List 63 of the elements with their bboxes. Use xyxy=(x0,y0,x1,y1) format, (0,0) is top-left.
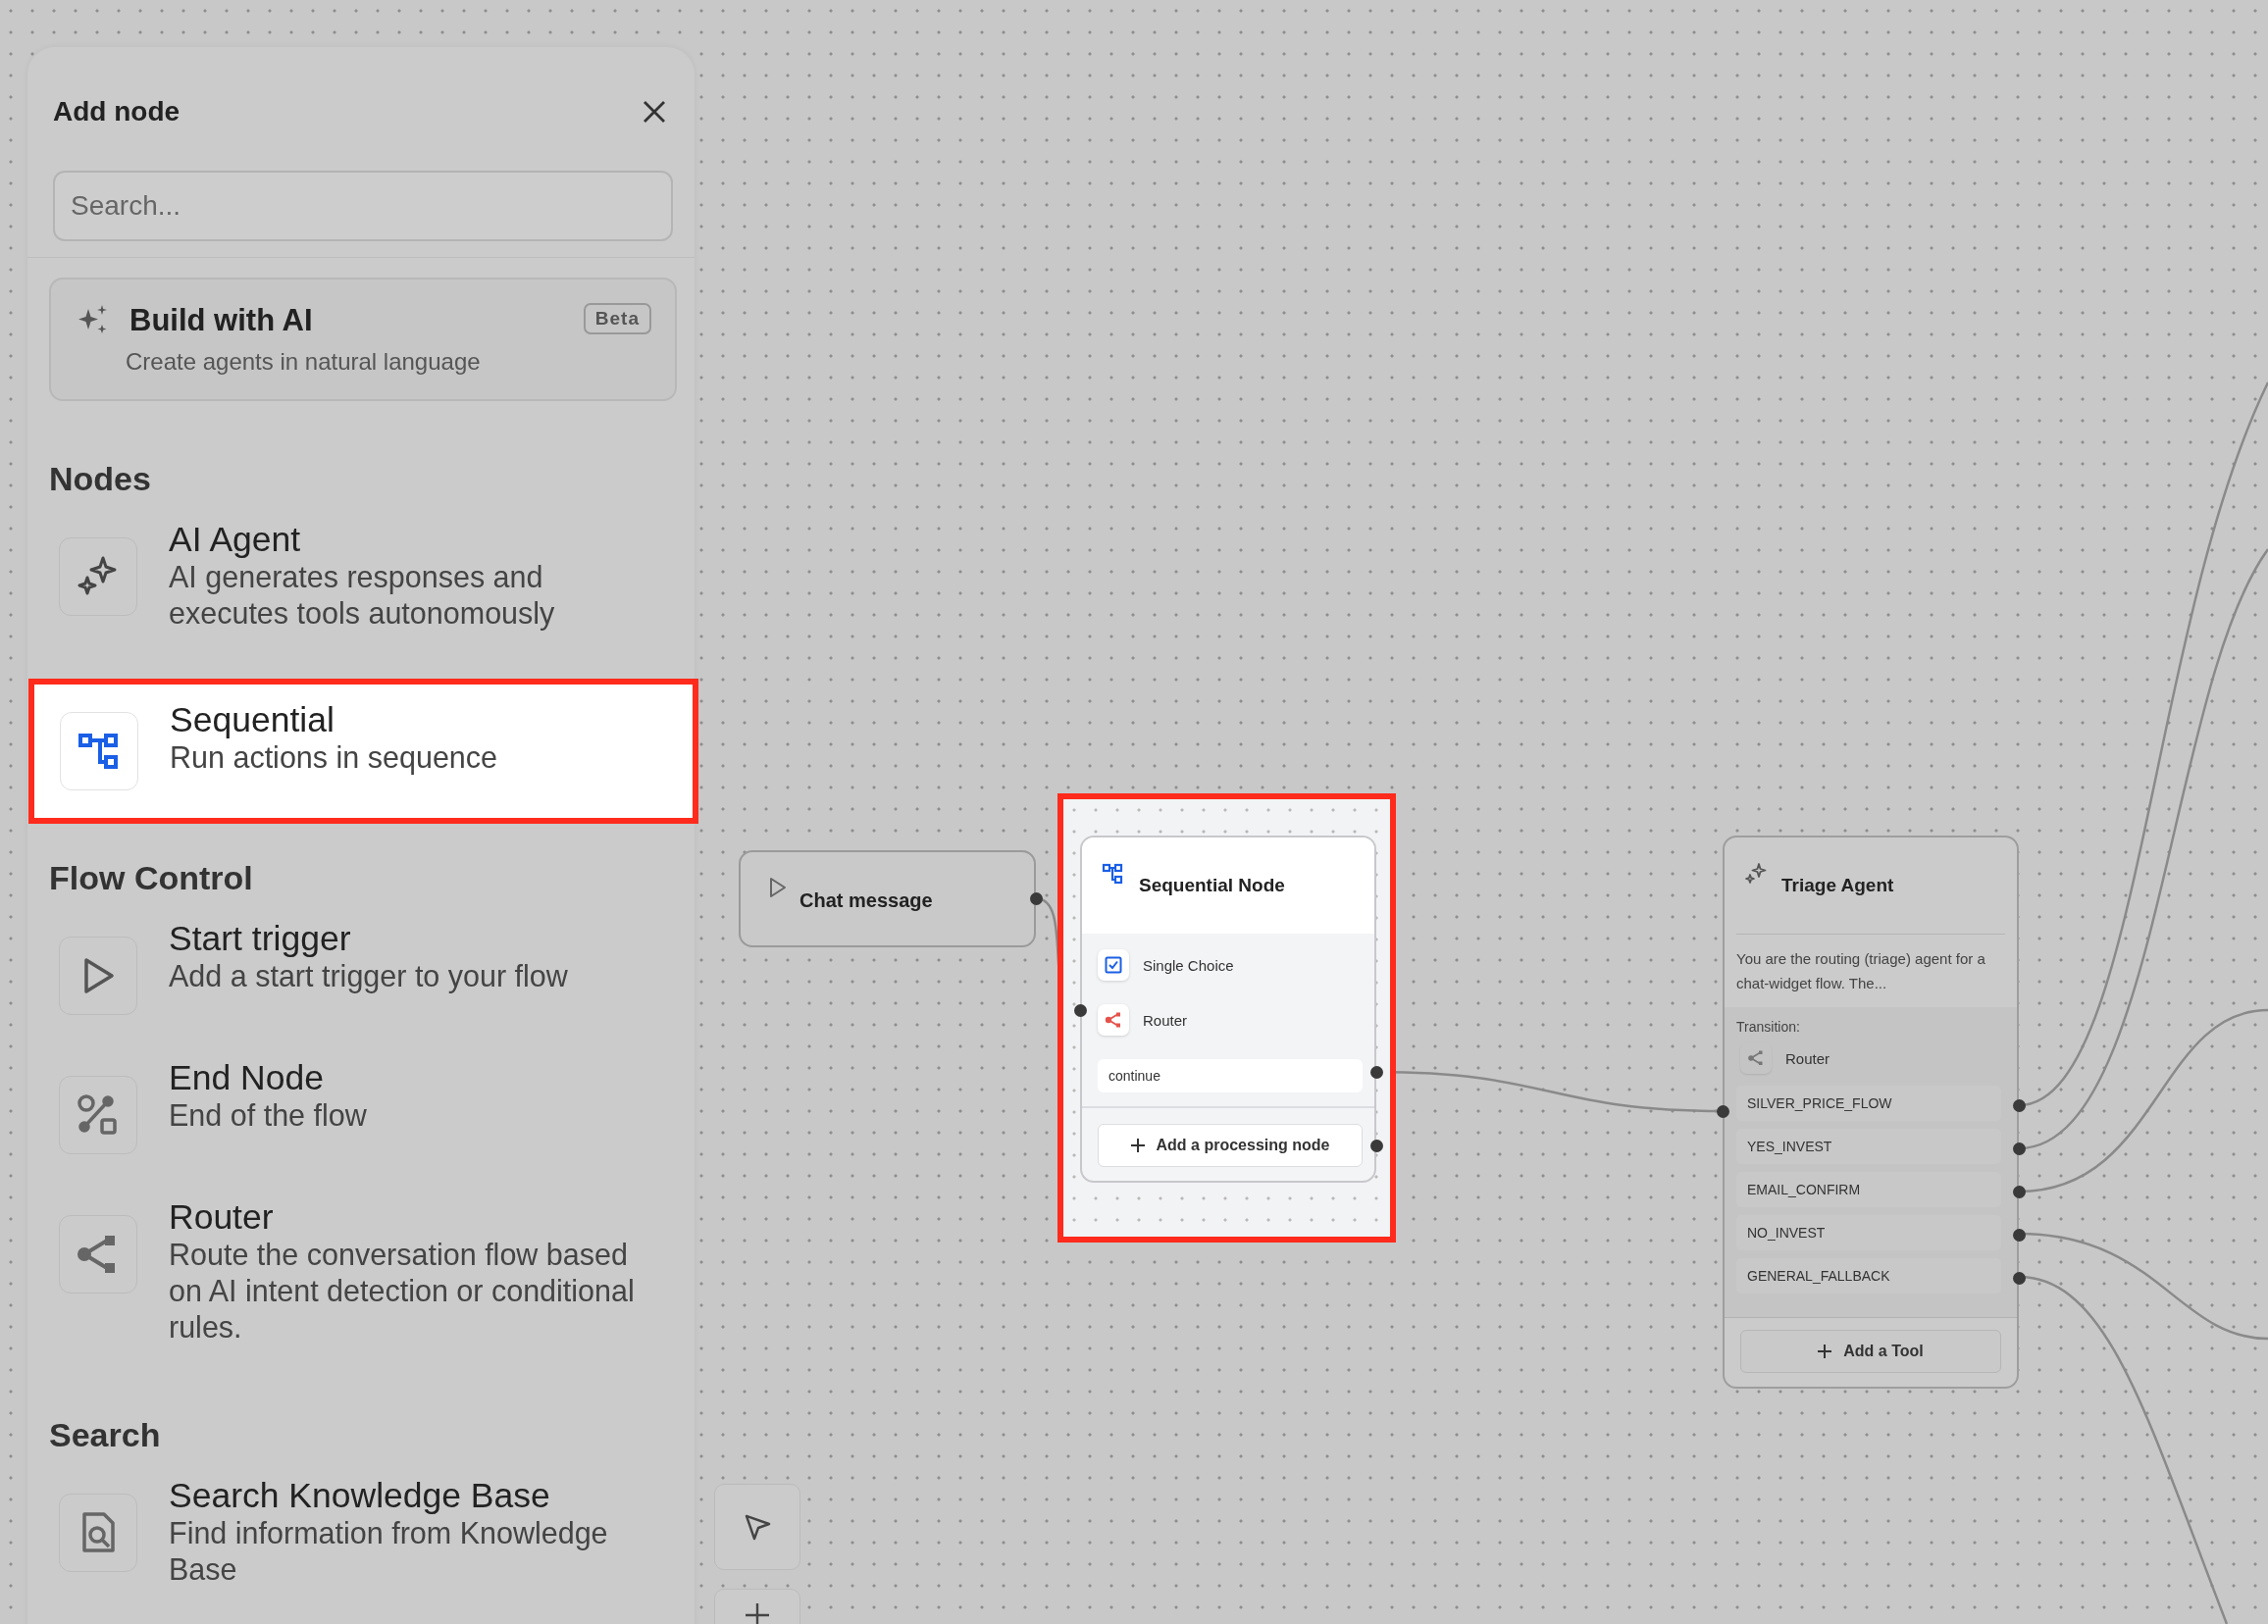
item-title: Search Knowledge Base xyxy=(169,1476,551,1515)
agent-description: You are the routing (triage) agent for a chat-widget flow. The... xyxy=(1735,949,1986,993)
item-title: Router xyxy=(169,1197,275,1237)
sequential-node[interactable]: Sequential Node Single Choice Router continue Add a processing node xyxy=(1080,836,1376,1183)
node-title: Chat message xyxy=(799,889,933,912)
search-field[interactable]: Search... xyxy=(53,171,673,241)
node-type-item[interactable]: AI Agent AI generates responses and executes tools autonomously xyxy=(27,512,698,667)
route-option: SILVER_PRICE_FLOW xyxy=(1736,1086,2001,1121)
pointer-tool-button[interactable] xyxy=(714,1484,800,1570)
chat-message-node[interactable]: Chat message xyxy=(739,850,1036,947)
node-type-item[interactable]: Sequential Run actions in sequence xyxy=(28,679,698,824)
section-heading: Nodes xyxy=(48,459,152,499)
plus-icon xyxy=(1818,1345,1832,1358)
node-title: Triage Agent xyxy=(1781,875,1894,896)
output-label: continue xyxy=(1098,1059,1363,1092)
node-type-item[interactable]: Search Knowledge Base Find information from Knowledge Base xyxy=(27,1468,698,1623)
node-title: Sequential Node xyxy=(1139,875,1285,896)
section-heading: Search xyxy=(48,1415,162,1455)
item-description: Route the conversation flow based on AI intent detection or conditional rules. xyxy=(169,1237,636,1345)
start-icon xyxy=(59,937,137,1015)
agent-icon xyxy=(59,537,137,616)
item-description: Add a start trigger to your flow xyxy=(169,958,568,994)
transition-label: Transition: xyxy=(1736,1019,1801,1035)
router-icon xyxy=(1740,1042,1772,1074)
item-title: Start trigger xyxy=(169,919,352,958)
triage-agent-node[interactable]: Triage Agent You are the routing (triage) agent for a chat-widget flow. The... Transition: Router SILVER_PRICE_FLOW YES_INVEST EMAIL_CONFIRM NO_INVEST GENERAL_FALLBACK Add a Tool xyxy=(1723,836,2019,1389)
node-type-item[interactable]: End Node End of the flow xyxy=(27,1050,698,1190)
plus-icon xyxy=(746,1603,769,1624)
card-subtitle: Create agents in natural language xyxy=(126,348,482,376)
router-icon xyxy=(1098,1004,1129,1036)
build-with-ai-card[interactable]: Build with AI Create agents in natural language Beta xyxy=(49,278,677,401)
sequence-icon xyxy=(1102,862,1125,886)
item-description: AI generates responses and executes tools autonomously xyxy=(169,559,556,632)
step-label: Router xyxy=(1143,1011,1188,1029)
item-description: End of the flow xyxy=(169,1097,367,1134)
router-label: Router xyxy=(1785,1049,1830,1067)
item-title: Sequential xyxy=(170,700,335,739)
plus-icon xyxy=(1130,1139,1145,1152)
route-option: NO_INVEST xyxy=(1736,1215,2001,1250)
play-icon xyxy=(768,877,788,898)
item-description: Run actions in sequence xyxy=(170,739,498,776)
item-title: AI Agent xyxy=(169,520,302,559)
node-type-item[interactable]: Router Route the conversation flow based on AI intent detection or conditional rules. xyxy=(27,1190,698,1381)
route-option: EMAIL_CONFIRM xyxy=(1736,1172,2001,1207)
add-processing-node-button[interactable]: Add a processing node xyxy=(1098,1124,1363,1167)
close-icon[interactable] xyxy=(642,99,667,125)
beta-badge: Beta xyxy=(583,303,651,334)
sparkle-icon xyxy=(1744,862,1768,886)
node-type-item[interactable]: Start trigger Add a start trigger to your flow xyxy=(27,911,698,1050)
sequential-icon xyxy=(60,712,138,790)
item-title: End Node xyxy=(169,1058,325,1097)
end-icon xyxy=(59,1076,137,1154)
route-option: YES_INVEST xyxy=(1736,1129,2001,1164)
add-tool-button[interactable]: Add a Tool xyxy=(1740,1330,2001,1373)
search-icon xyxy=(59,1494,137,1572)
panel-title: Add node xyxy=(53,96,180,127)
section-heading: Flow Control xyxy=(48,858,254,898)
item-description: Find information from Knowledge Base xyxy=(169,1515,609,1588)
step-label: Single Choice xyxy=(1143,956,1234,974)
checkbox-icon xyxy=(1098,949,1129,981)
router-icon xyxy=(59,1215,137,1294)
card-title: Build with AI xyxy=(129,303,314,338)
route-option: GENERAL_FALLBACK xyxy=(1736,1258,2001,1294)
